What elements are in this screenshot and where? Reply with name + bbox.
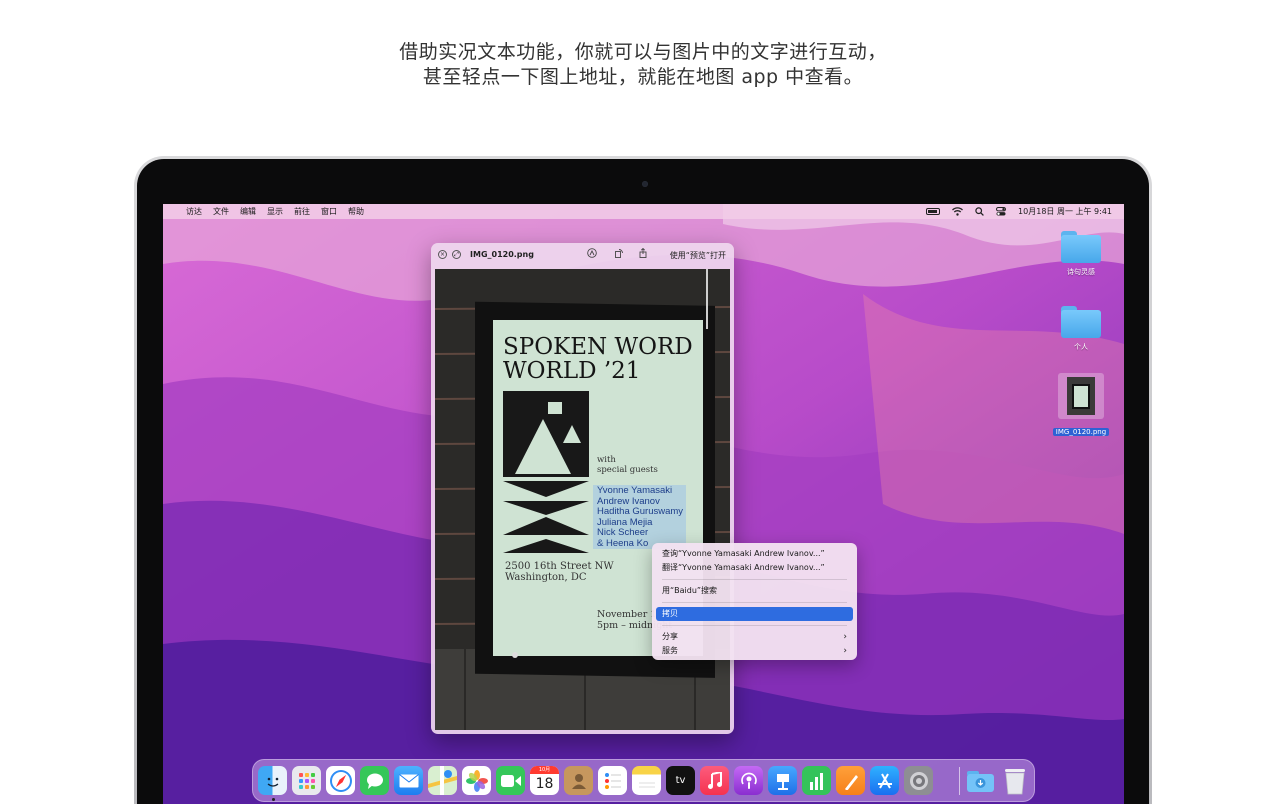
- calendar-month: 10月: [530, 766, 559, 774]
- wifi-icon[interactable]: [952, 207, 964, 216]
- poster-with: with: [597, 455, 616, 465]
- menu-bar: 访达 文件 编辑 显示 前往 窗口 帮助 10月18日 周一 上午 9:41: [163, 204, 1124, 219]
- tv-icon[interactable]: tv: [666, 766, 695, 795]
- calendar-icon[interactable]: 10月 18: [530, 766, 559, 795]
- photos-icon[interactable]: [462, 766, 491, 795]
- desktop-file-img[interactable]: IMG_0120.png: [1046, 373, 1116, 438]
- downloads-folder-icon[interactable]: [966, 766, 995, 795]
- caption-line-2: 甚至轻点一下图上地址，就能在地图 app 中查看。: [422, 66, 864, 88]
- screen: 访达 文件 编辑 显示 前往 窗口 帮助 10月18日 周一 上午 9:41 诗…: [163, 204, 1124, 804]
- chevron-right-icon: ›: [843, 646, 847, 656]
- poster-special-guests: special guests: [597, 465, 658, 475]
- markup-icon[interactable]: [587, 248, 597, 258]
- finder-icon[interactable]: [258, 766, 287, 795]
- messages-icon[interactable]: [360, 766, 389, 795]
- menu-item-search-baidu[interactable]: 用“Baidu”搜索: [656, 584, 853, 598]
- quicklook-window: × ⤢ IMG_0120.png 使用“预览”打开 SPOKEN WORD WO…: [431, 243, 734, 734]
- menu-item-copy[interactable]: 拷贝: [656, 607, 853, 621]
- context-menu: 查询“Yvonne Yamasaki Andrew Ivanov...” 翻译“…: [652, 543, 857, 660]
- tv-label: tv: [675, 775, 686, 786]
- dock-separator: [959, 767, 960, 795]
- guest-name[interactable]: Nick Scheer: [597, 527, 683, 539]
- search-icon[interactable]: [975, 207, 984, 216]
- fullscreen-icon[interactable]: ⤢: [452, 250, 461, 259]
- poster-address-line-1[interactable]: 2500 16th Street NW: [505, 561, 614, 572]
- facetime-icon[interactable]: [496, 766, 525, 795]
- poster-title-line-1: SPOKEN WORD: [503, 334, 693, 360]
- notes-icon[interactable]: [632, 766, 661, 795]
- poster-photo: SPOKEN WORD WORLD ’21 with special guest…: [435, 269, 730, 730]
- share-icon[interactable]: [638, 248, 648, 258]
- poster-title: SPOKEN WORD WORLD ’21: [503, 335, 693, 383]
- menu-finder[interactable]: 访达: [186, 206, 202, 217]
- poster-address-line-2[interactable]: Washington, DC: [505, 572, 614, 583]
- trash-icon[interactable]: [1000, 766, 1029, 795]
- menu-item-services[interactable]: 服务 ›: [656, 644, 853, 658]
- podcasts-icon[interactable]: [734, 766, 763, 795]
- desktop-folder-label: 个人: [1074, 343, 1088, 351]
- menu-separator: [662, 579, 847, 580]
- poster-guest-list[interactable]: Yvonne Yamasaki Andrew Ivanov Haditha Gu…: [597, 485, 683, 549]
- poster-title-line-2: WORLD ’21: [503, 358, 641, 384]
- reminders-icon[interactable]: [598, 766, 627, 795]
- macbook: 访达 文件 编辑 显示 前往 窗口 帮助 10月18日 周一 上午 9:41 诗…: [134, 156, 1152, 804]
- menu-item-look-up[interactable]: 查询“Yvonne Yamasaki Andrew Ivanov...”: [656, 547, 853, 561]
- app-store-icon[interactable]: [870, 766, 899, 795]
- poster-address[interactable]: 2500 16th Street NW Washington, DC: [505, 561, 614, 583]
- chevron-right-icon: ›: [843, 632, 847, 642]
- numbers-icon[interactable]: [802, 766, 831, 795]
- launchpad-icon[interactable]: [292, 766, 321, 795]
- camera: [642, 181, 648, 187]
- pages-icon[interactable]: [836, 766, 865, 795]
- poster-guests-intro: with special guests: [597, 455, 658, 475]
- caption-line-1: 借助实况文本功能，你就可以与图片中的文字进行互动，: [399, 41, 887, 63]
- safari-icon[interactable]: [326, 766, 355, 795]
- keynote-icon[interactable]: [768, 766, 797, 795]
- bezel: 访达 文件 编辑 显示 前往 窗口 帮助 10月18日 周一 上午 9:41 诗…: [137, 159, 1149, 804]
- control-center-icon[interactable]: [996, 207, 1007, 216]
- desktop-folder-personal[interactable]: 个人: [1046, 306, 1116, 352]
- battery-icon[interactable]: [926, 208, 941, 215]
- dock: 10月 18 tv: [252, 759, 1035, 802]
- quicklook-toolbar: × ⤢ IMG_0120.png 使用“预览”打开: [431, 243, 734, 267]
- running-indicator: [272, 798, 275, 801]
- contacts-icon[interactable]: [564, 766, 593, 795]
- caption: 借助实况文本功能，你就可以与图片中的文字进行互动， 甚至轻点一下图上地址，就能在…: [0, 40, 1286, 90]
- folder-icon: [1061, 306, 1101, 338]
- calendar-day: 18: [535, 776, 554, 792]
- mail-icon[interactable]: [394, 766, 423, 795]
- menu-window[interactable]: 窗口: [321, 206, 337, 217]
- menu-clock[interactable]: 10月18日 周一 上午 9:41: [1018, 206, 1112, 217]
- menu-separator: [662, 602, 847, 603]
- open-with-preview-button[interactable]: 使用“预览”打开: [670, 250, 726, 261]
- image-thumbnail-icon: [1058, 373, 1104, 419]
- menu-item-share[interactable]: 分享 ›: [656, 630, 853, 644]
- menu-help[interactable]: 帮助: [348, 206, 364, 217]
- system-preferences-icon[interactable]: [904, 766, 933, 795]
- menu-file[interactable]: 文件: [213, 206, 229, 217]
- menu-item-translate[interactable]: 翻译“Yvonne Yamasaki Andrew Ivanov...”: [656, 561, 853, 575]
- quicklook-title: IMG_0120.png: [470, 250, 534, 259]
- guest-name[interactable]: Haditha Guruswamy: [597, 506, 683, 518]
- maps-icon[interactable]: [428, 766, 457, 795]
- menu-go[interactable]: 前往: [294, 206, 310, 217]
- menu-item-share-label: 分享: [662, 632, 678, 641]
- folder-icon: [1061, 231, 1101, 263]
- desktop-file-label: IMG_0120.png: [1052, 428, 1110, 436]
- menu-separator: [662, 625, 847, 626]
- desktop-folder-poetry[interactable]: 诗句灵感: [1046, 231, 1116, 277]
- close-icon[interactable]: ×: [438, 250, 447, 259]
- menu-item-services-label: 服务: [662, 646, 678, 655]
- rotate-icon[interactable]: [614, 248, 624, 258]
- guest-name[interactable]: Yvonne Yamasaki: [597, 485, 683, 497]
- stage: 借助实况文本功能，你就可以与图片中的文字进行互动， 甚至轻点一下图上地址，就能在…: [0, 0, 1286, 804]
- menu-edit[interactable]: 编辑: [240, 206, 256, 217]
- desktop-folder-label: 诗句灵感: [1067, 268, 1095, 276]
- menu-view[interactable]: 显示: [267, 206, 283, 217]
- music-icon[interactable]: [700, 766, 729, 795]
